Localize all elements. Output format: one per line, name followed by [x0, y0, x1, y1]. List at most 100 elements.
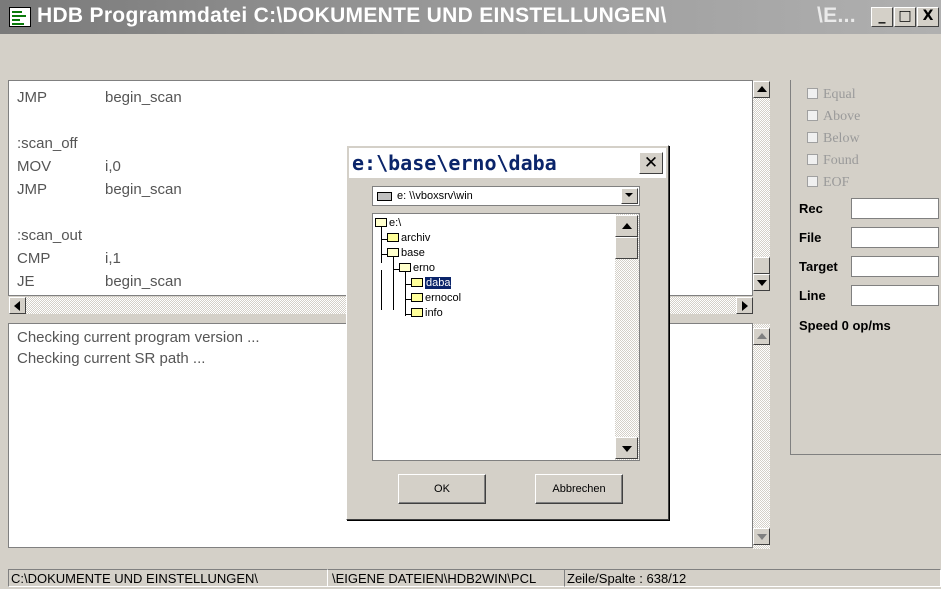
- code-line: JMP begin_scan: [17, 181, 182, 198]
- log-scroll-up-button[interactable]: [753, 328, 770, 345]
- drive-icon: [377, 192, 392, 201]
- code-op: CMP: [17, 250, 51, 267]
- flag-label: Found: [823, 153, 859, 168]
- arrow-right-icon: [742, 301, 748, 311]
- title-bar[interactable]: HDB Programmdatei C:\DOKUMENTE UND EINST…: [0, 0, 941, 34]
- code-arg: begin_scan: [105, 273, 182, 290]
- log-vertical-scrollbar[interactable]: [753, 324, 770, 549]
- scroll-left-button[interactable]: [9, 297, 26, 314]
- tree-connector: [381, 227, 382, 263]
- scroll-down-button[interactable]: [753, 274, 770, 291]
- arrow-up-icon: [622, 223, 632, 229]
- code-arg: begin_scan: [105, 89, 182, 106]
- tree-item-e[interactable]: e:\: [375, 217, 401, 229]
- dialog-title-bar[interactable]: e:\base\erno\daba ✕: [349, 148, 666, 178]
- flag-checkbox-equal[interactable]: Equal: [807, 87, 856, 103]
- tree-item-archiv[interactable]: archiv: [387, 232, 430, 244]
- flag-checkbox-eof[interactable]: EOF: [807, 175, 849, 191]
- tree-scroll-up-button[interactable]: [615, 215, 638, 237]
- code-arg: i,0: [105, 158, 121, 175]
- drive-select[interactable]: e: \\vboxsrv\win: [372, 186, 640, 206]
- scroll-up-button[interactable]: [753, 81, 770, 98]
- arrow-up-icon: [757, 86, 767, 92]
- tree-item-label: ernocol: [425, 292, 462, 304]
- dialog-title: e:\base\erno\daba: [352, 151, 557, 175]
- ok-button[interactable]: OK: [398, 474, 486, 504]
- log-line: Checking current program version ...: [17, 329, 260, 346]
- app-icon: [9, 7, 31, 27]
- directory-dialog[interactable]: e:\base\erno\daba ✕ e: \\vboxsrv\win e:\…: [346, 145, 669, 520]
- dialog-close-button[interactable]: ✕: [639, 152, 663, 174]
- tree-item-daba[interactable]: daba: [411, 277, 452, 289]
- folder-icon: [411, 278, 423, 287]
- arrow-down-icon: [622, 446, 632, 452]
- flag-checkbox-found[interactable]: Found: [807, 153, 859, 169]
- tree-scroll-down-button[interactable]: [615, 437, 638, 459]
- tree-scroll-thumb[interactable]: [615, 237, 638, 259]
- code-scroll-thumb[interactable]: [753, 257, 770, 274]
- status-position: Zeile/Spalte : 638/12: [564, 569, 941, 587]
- tree-item-label: base: [401, 247, 425, 259]
- folder-icon: [387, 233, 399, 242]
- tree-connector: [381, 270, 382, 310]
- speed-label: Speed 0 op/ms: [799, 318, 891, 333]
- tree-connector: [405, 272, 406, 316]
- folder-icon: [411, 293, 423, 302]
- code-op: :scan_out: [17, 227, 83, 244]
- field-label-file: File: [799, 230, 822, 245]
- flag-label: Above: [823, 109, 861, 124]
- folder-open-icon: [387, 248, 399, 257]
- window-title-tail: \E...: [817, 4, 856, 27]
- field-input-line[interactable]: [851, 285, 939, 306]
- tree-item-ernocol[interactable]: ernocol: [411, 292, 461, 304]
- flag-label: Equal: [823, 87, 856, 102]
- flag-checkbox-above[interactable]: Above: [807, 109, 860, 125]
- code-line: CMP i,1: [17, 250, 121, 267]
- checkbox-icon: [807, 88, 818, 99]
- arrow-left-icon: [14, 301, 20, 311]
- code-line: JMP begin_scan: [17, 89, 182, 106]
- maximize-button[interactable]: □: [894, 7, 916, 27]
- log-line: Checking current SR path ...: [17, 350, 206, 367]
- code-line: :scan_off: [17, 135, 105, 152]
- field-input-file[interactable]: [851, 227, 939, 248]
- tree-vertical-scrollbar[interactable]: [615, 214, 639, 460]
- folder-open-icon: [375, 218, 387, 227]
- tree-item-label: archiv: [401, 232, 431, 244]
- status-panel: Equal Above Below Found EOF Rec File Target Lin…: [790, 80, 941, 455]
- status-path-detail: \EIGENE DATEIEN\HDB2WIN\PCL: [328, 569, 564, 587]
- arrow-down-icon: [757, 280, 767, 286]
- folder-tree[interactable]: e:\ archiv base erno daba ernocol info: [372, 213, 640, 461]
- tree-item-label: daba: [425, 277, 452, 289]
- field-label-line: Line: [799, 288, 826, 303]
- flag-label: EOF: [823, 175, 850, 190]
- field-input-rec[interactable]: [851, 198, 939, 219]
- drive-dropdown-button[interactable]: [621, 188, 638, 204]
- field-input-target[interactable]: [851, 256, 939, 277]
- code-vertical-scrollbar[interactable]: [753, 81, 770, 291]
- minimize-button[interactable]: _: [871, 7, 893, 27]
- tree-item-info[interactable]: info: [411, 307, 443, 319]
- arrow-down-icon: [757, 534, 767, 540]
- checkbox-icon: [807, 110, 818, 121]
- field-label-target: Target: [799, 259, 838, 274]
- code-line: MOV i,0: [17, 158, 121, 175]
- code-arg: i,1: [105, 250, 121, 267]
- code-op: :scan_off: [17, 135, 78, 152]
- cancel-button[interactable]: Abbrechen: [535, 474, 623, 504]
- close-button[interactable]: X: [917, 7, 939, 27]
- arrow-up-icon: [757, 333, 767, 339]
- chevron-down-icon: [625, 193, 633, 197]
- status-bar: C:\DOKUMENTE UND EINSTELLUNGEN\ \EIGENE …: [0, 567, 941, 589]
- code-line: :scan_out: [17, 227, 105, 244]
- flag-checkbox-below[interactable]: Below: [807, 131, 860, 147]
- code-op: JMP: [17, 181, 47, 198]
- log-scroll-down-button[interactable]: [753, 528, 770, 545]
- status-path: C:\DOKUMENTE UND EINSTELLUNGEN\: [8, 569, 328, 587]
- tree-item-label: info: [425, 307, 443, 319]
- flag-label: Below: [823, 131, 860, 146]
- scroll-right-button[interactable]: [736, 297, 753, 314]
- tree-connector: [393, 270, 394, 310]
